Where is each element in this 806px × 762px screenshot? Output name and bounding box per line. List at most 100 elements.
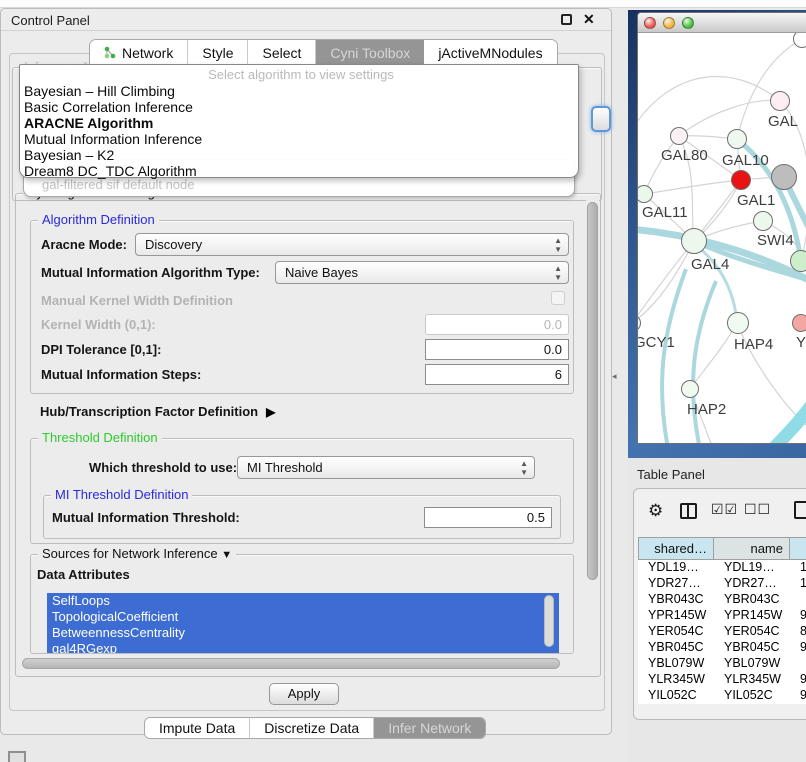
tab-select[interactable]: Select (248, 40, 316, 66)
tab-impute-data[interactable]: Impute Data (145, 718, 250, 738)
network-node-gal1[interactable] (731, 170, 751, 190)
table-row[interactable]: YIL052CYIL052C9 (638, 688, 806, 704)
which-threshold-combo[interactable]: MI Threshold ▲▼ (237, 456, 535, 479)
tab-infer-network[interactable]: Infer Network (374, 718, 485, 738)
network-node-hap2[interactable] (681, 380, 699, 398)
attribute-item[interactable]: gal4RGexp (47, 641, 559, 653)
tab-label: Select (262, 45, 301, 61)
algorithm-combo-button[interactable] (591, 106, 611, 132)
table-cell: YBR045C (714, 640, 790, 656)
table-cell: YDR27… (714, 576, 790, 592)
network-node-gal80[interactable] (670, 127, 688, 145)
mi-steps-field[interactable]: 6 (425, 364, 569, 385)
tab-jactivemnodules[interactable]: jActiveMNodules (424, 40, 556, 66)
tab-label: Network (122, 45, 173, 61)
threshold-definition-legend: Threshold Definition (38, 430, 162, 445)
select-all-icon[interactable]: ☑☑ (711, 501, 738, 518)
column-browser-icon[interactable] (680, 503, 697, 519)
data-attributes-list[interactable]: SelfLoopsTopologicalCoefficientBetweenne… (47, 593, 559, 653)
minimized-panel-icon[interactable] (8, 751, 26, 762)
network-node[interactable] (771, 164, 797, 190)
gear-icon[interactable]: ⚙ (648, 501, 663, 521)
data-attributes-label: Data Attributes (37, 567, 130, 582)
apply-button[interactable]: Apply (269, 683, 339, 705)
table-cell: YLR345W (638, 672, 714, 688)
algorithm-option[interactable]: Dream8 DC_TDC Algorithm (24, 163, 578, 179)
table-row[interactable]: YPR145WYPR145W9. (638, 608, 806, 624)
algorithm-option[interactable]: Bayesian – K2 (24, 147, 578, 163)
table-row[interactable]: YDR27…YDR27…12 (638, 576, 806, 592)
dpi-tolerance-value: 0.0 (544, 342, 562, 357)
algorithm-option[interactable]: Basic Correlation Inference (24, 99, 578, 115)
sources-legend: Sources for Network Inference ▼ (38, 546, 236, 561)
algorithm-definition-legend: Algorithm Definition (38, 212, 159, 227)
attribute-item[interactable]: SelfLoops (47, 593, 559, 609)
node-label: GCY1 (638, 334, 675, 351)
close-button[interactable] (644, 17, 656, 29)
network-canvas[interactable]: GALGAL80GAL10GAL1GAL11SWI4GAL4GCY1HAP4YH… (638, 33, 806, 444)
node-attribute-table[interactable]: shared…nameA YDL19…YDL19…13YDR27…YDR27…1… (638, 537, 806, 704)
network-desktop: GALGAL80GAL10GAL1GAL11SWI4GAL4GCY1HAP4YH… (628, 10, 806, 458)
column-header-a[interactable]: A (790, 537, 806, 560)
deselect-all-icon[interactable]: ☐☐ (744, 501, 771, 518)
column-header-shared[interactable]: shared… (638, 537, 714, 560)
mi-type-value: Naive Bayes (285, 265, 358, 280)
zoom-button[interactable] (682, 17, 694, 29)
tab-style[interactable]: Style (188, 40, 248, 66)
node-label: GAL1 (737, 192, 775, 209)
column-header-name[interactable]: name (714, 537, 790, 560)
network-node-hap4[interactable] (727, 312, 749, 334)
network-node-swi4[interactable] (753, 211, 773, 231)
table-row[interactable]: YDL19…YDL19…13 (638, 560, 806, 576)
table-row[interactable]: YER054CYER054C8. (638, 624, 806, 640)
table-panel-frame: ⚙ ☑☑ ☐☐ shared…nameA YDL19…YDL19…13YDR27… (633, 488, 806, 720)
network-node-gal10[interactable] (727, 129, 747, 149)
settings-horizontal-scrollbar[interactable] (22, 658, 582, 670)
close-icon[interactable]: ✕ (583, 11, 595, 28)
aracne-mode-combo[interactable]: Discovery ▲▼ (135, 233, 569, 256)
settings-vertical-scrollbar[interactable] (586, 200, 599, 662)
node-label: GAL80 (661, 147, 708, 164)
attribute-item[interactable]: BetweennessCentrality (47, 625, 559, 641)
tab-label: Cyni Toolbox (330, 45, 410, 61)
table-cell: YBR045C (638, 640, 714, 656)
tab-network[interactable]: Network (90, 40, 188, 66)
hub-definition-toggle[interactable]: Hub/Transcription Factor Definition▶ (40, 404, 275, 419)
algorithm-option[interactable]: Bayesian – Hill Climbing (24, 83, 578, 99)
kernel-width-field[interactable]: 0.0 (425, 314, 569, 335)
table-row[interactable]: YBR045CYBR045C9. (638, 640, 806, 656)
manual-kernel-checkbox[interactable] (551, 291, 565, 305)
algorithm-option[interactable]: ARACNE Algorithm (24, 115, 578, 131)
tab-discretize-data[interactable]: Discretize Data (250, 718, 374, 738)
table-row[interactable]: YLR345WYLR345W9. (638, 672, 806, 688)
splitpane-collapse-arrow[interactable]: ◂ (612, 371, 617, 382)
network-node-gal4[interactable] (681, 228, 707, 254)
float-window-icon[interactable] (561, 14, 572, 25)
table-body: YDL19…YDL19…13YDR27…YDR27…12YBR043CYBR04… (638, 560, 806, 704)
algorithm-option[interactable]: Mutual Information Inference (24, 131, 578, 147)
network-view-window[interactable]: GALGAL80GAL10GAL1GAL11SWI4GAL4GCY1HAP4YH… (637, 12, 806, 444)
algorithm-definition-groupbox: Algorithm Definition Aracne Mode: Discov… (30, 220, 574, 394)
table-row[interactable]: YBL079WYBL079W (638, 656, 806, 672)
table-row[interactable]: YBR043CYBR043C (638, 592, 806, 608)
dpi-tolerance-field[interactable]: 0.0 (425, 339, 569, 360)
expanded-arrow-icon[interactable]: ▼ (221, 549, 232, 561)
control-panel-titlebar: Control Panel ✕ (1, 9, 611, 31)
algorithm-list: Bayesian – Hill ClimbingBasic Correlatio… (24, 83, 578, 179)
node-label: SWI4 (757, 232, 794, 249)
network-node[interactable] (790, 250, 806, 272)
minimize-button[interactable] (663, 17, 675, 29)
attribute-list-scrollbar[interactable] (544, 595, 555, 651)
attribute-item[interactable]: TopologicalCoefficient (47, 609, 559, 625)
table-cell: YBL079W (638, 656, 714, 672)
network-node-gal[interactable] (770, 91, 790, 111)
tab-cyni-toolbox[interactable]: Cyni Toolbox (316, 40, 424, 66)
mi-type-combo[interactable]: Naive Bayes ▲▼ (275, 261, 569, 284)
document-icon[interactable] (794, 501, 806, 519)
mi-threshold-field[interactable]: 0.5 (424, 507, 552, 528)
kernel-width-value: 0.0 (544, 317, 562, 332)
mi-threshold-value: 0.5 (527, 510, 545, 525)
network-node-y[interactable] (792, 314, 806, 332)
node-label: GAL11 (642, 204, 688, 221)
kernel-width-label: Kernel Width (0,1): (41, 317, 156, 332)
